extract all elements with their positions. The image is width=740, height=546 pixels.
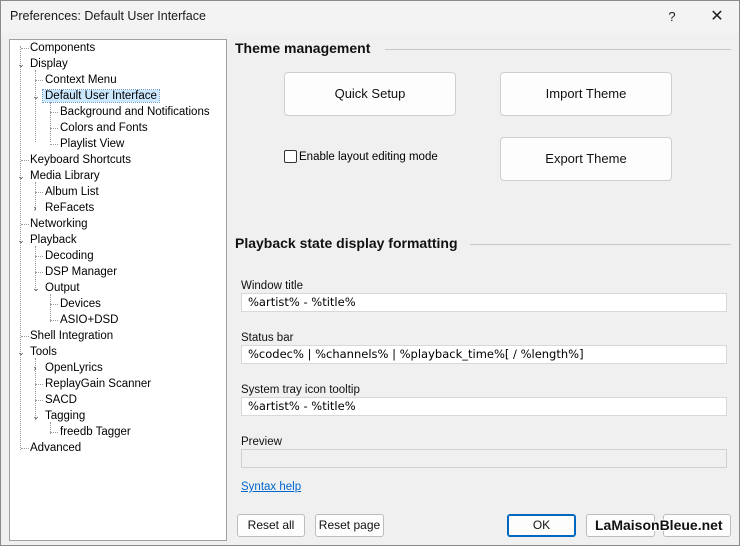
chevron-down-icon[interactable]: ⌄ xyxy=(16,232,26,248)
chevron-right-icon[interactable]: › xyxy=(30,360,40,376)
tree-item-tools[interactable]: ⌄ Tools xyxy=(12,344,59,360)
tree-item-asio-dsd[interactable]: ASIO+DSD xyxy=(42,312,120,328)
window-title-label: Window title xyxy=(241,280,303,292)
tree-item-dsp-manager[interactable]: DSP Manager xyxy=(27,264,119,280)
tree-item-background-notifications[interactable]: Background and Notifications xyxy=(42,104,212,120)
tree-item-colors-fonts[interactable]: Colors and Fonts xyxy=(42,120,150,136)
status-bar-label: Status bar xyxy=(241,332,294,344)
syntax-help-link[interactable]: Syntax help xyxy=(241,481,301,493)
tree-item-decoding[interactable]: Decoding xyxy=(27,248,96,264)
tree-item-components[interactable]: Components xyxy=(12,40,97,56)
watermark-text: LaMaisonBleue.net xyxy=(595,517,723,533)
tree-item-refacets[interactable]: › ReFacets xyxy=(27,200,96,216)
tree-item-context-menu[interactable]: Context Menu xyxy=(27,72,119,88)
tree-item-keyboard-shortcuts[interactable]: Keyboard Shortcuts xyxy=(12,152,133,168)
tree-item-media-library[interactable]: ⌄ Media Library xyxy=(12,168,102,184)
tree-item-tagging[interactable]: ⌄ Tagging xyxy=(27,408,87,424)
tray-tooltip-label: System tray icon tooltip xyxy=(241,384,360,396)
layout-editing-label[interactable]: Enable layout editing mode xyxy=(299,151,438,163)
window-title-input[interactable]: %artist% - %title% xyxy=(241,293,727,312)
ok-button[interactable]: OK xyxy=(507,514,576,537)
section-divider xyxy=(385,49,731,50)
close-icon[interactable]: ✕ xyxy=(697,5,737,29)
tree-item-album-list[interactable]: Album List xyxy=(27,184,101,200)
tray-tooltip-input[interactable]: %artist% - %title% xyxy=(241,397,727,416)
chevron-down-icon[interactable]: ⌄ xyxy=(16,56,26,72)
status-bar-input[interactable]: %codec% | %channels% | %playback_time%[ … xyxy=(241,345,727,364)
chevron-down-icon[interactable]: ⌄ xyxy=(31,88,41,104)
tree-item-networking[interactable]: Networking xyxy=(12,216,90,232)
chevron-down-icon[interactable]: ⌄ xyxy=(16,168,26,184)
tree-connector xyxy=(20,46,21,450)
title-bar: Preferences: Default User Interface ? ✕ xyxy=(1,1,739,33)
theme-management-heading: Theme management xyxy=(235,40,371,56)
tree-item-output[interactable]: ⌄ Output xyxy=(27,280,82,296)
tree-item-playback[interactable]: ⌄ Playback xyxy=(12,232,79,248)
preferences-tree: Components ⌄ Display Context Menu ⌄ Defa… xyxy=(9,39,227,541)
chevron-down-icon[interactable]: ⌄ xyxy=(31,280,41,296)
tree-item-playlist-view[interactable]: Playlist View xyxy=(42,136,126,152)
export-theme-button[interactable]: Export Theme xyxy=(500,137,672,181)
layout-editing-checkbox[interactable] xyxy=(284,150,297,163)
tree-item-devices[interactable]: Devices xyxy=(42,296,103,312)
preview-label: Preview xyxy=(241,436,282,448)
chevron-down-icon[interactable]: ⌄ xyxy=(16,344,26,360)
tree-item-default-user-interface[interactable]: ⌄ Default User Interface xyxy=(27,88,160,104)
playback-formatting-heading: Playback state display formatting xyxy=(235,235,458,251)
help-icon[interactable]: ? xyxy=(652,5,692,29)
chevron-down-icon[interactable]: ⌄ xyxy=(31,408,41,424)
tree-item-freedb-tagger[interactable]: freedb Tagger xyxy=(42,424,133,440)
quick-setup-button[interactable]: Quick Setup xyxy=(284,72,456,116)
tree-item-shell-integration[interactable]: Shell Integration xyxy=(12,328,115,344)
tree-item-sacd[interactable]: SACD xyxy=(27,392,79,408)
chevron-right-icon[interactable]: › xyxy=(30,200,40,216)
reset-page-button[interactable]: Reset page xyxy=(315,514,384,537)
import-theme-button[interactable]: Import Theme xyxy=(500,72,672,116)
tree-item-replaygain-scanner[interactable]: ReplayGain Scanner xyxy=(27,376,153,392)
tree-item-display[interactable]: ⌄ Display xyxy=(12,56,70,72)
reset-all-button[interactable]: Reset all xyxy=(237,514,305,537)
preview-box xyxy=(241,449,727,468)
tree-item-advanced[interactable]: Advanced xyxy=(12,440,83,456)
tree-item-openlyrics[interactable]: › OpenLyrics xyxy=(27,360,105,376)
window-title: Preferences: Default User Interface xyxy=(10,9,206,23)
preferences-window: Preferences: Default User Interface ? ✕ … xyxy=(0,0,740,546)
section-divider xyxy=(470,244,731,245)
